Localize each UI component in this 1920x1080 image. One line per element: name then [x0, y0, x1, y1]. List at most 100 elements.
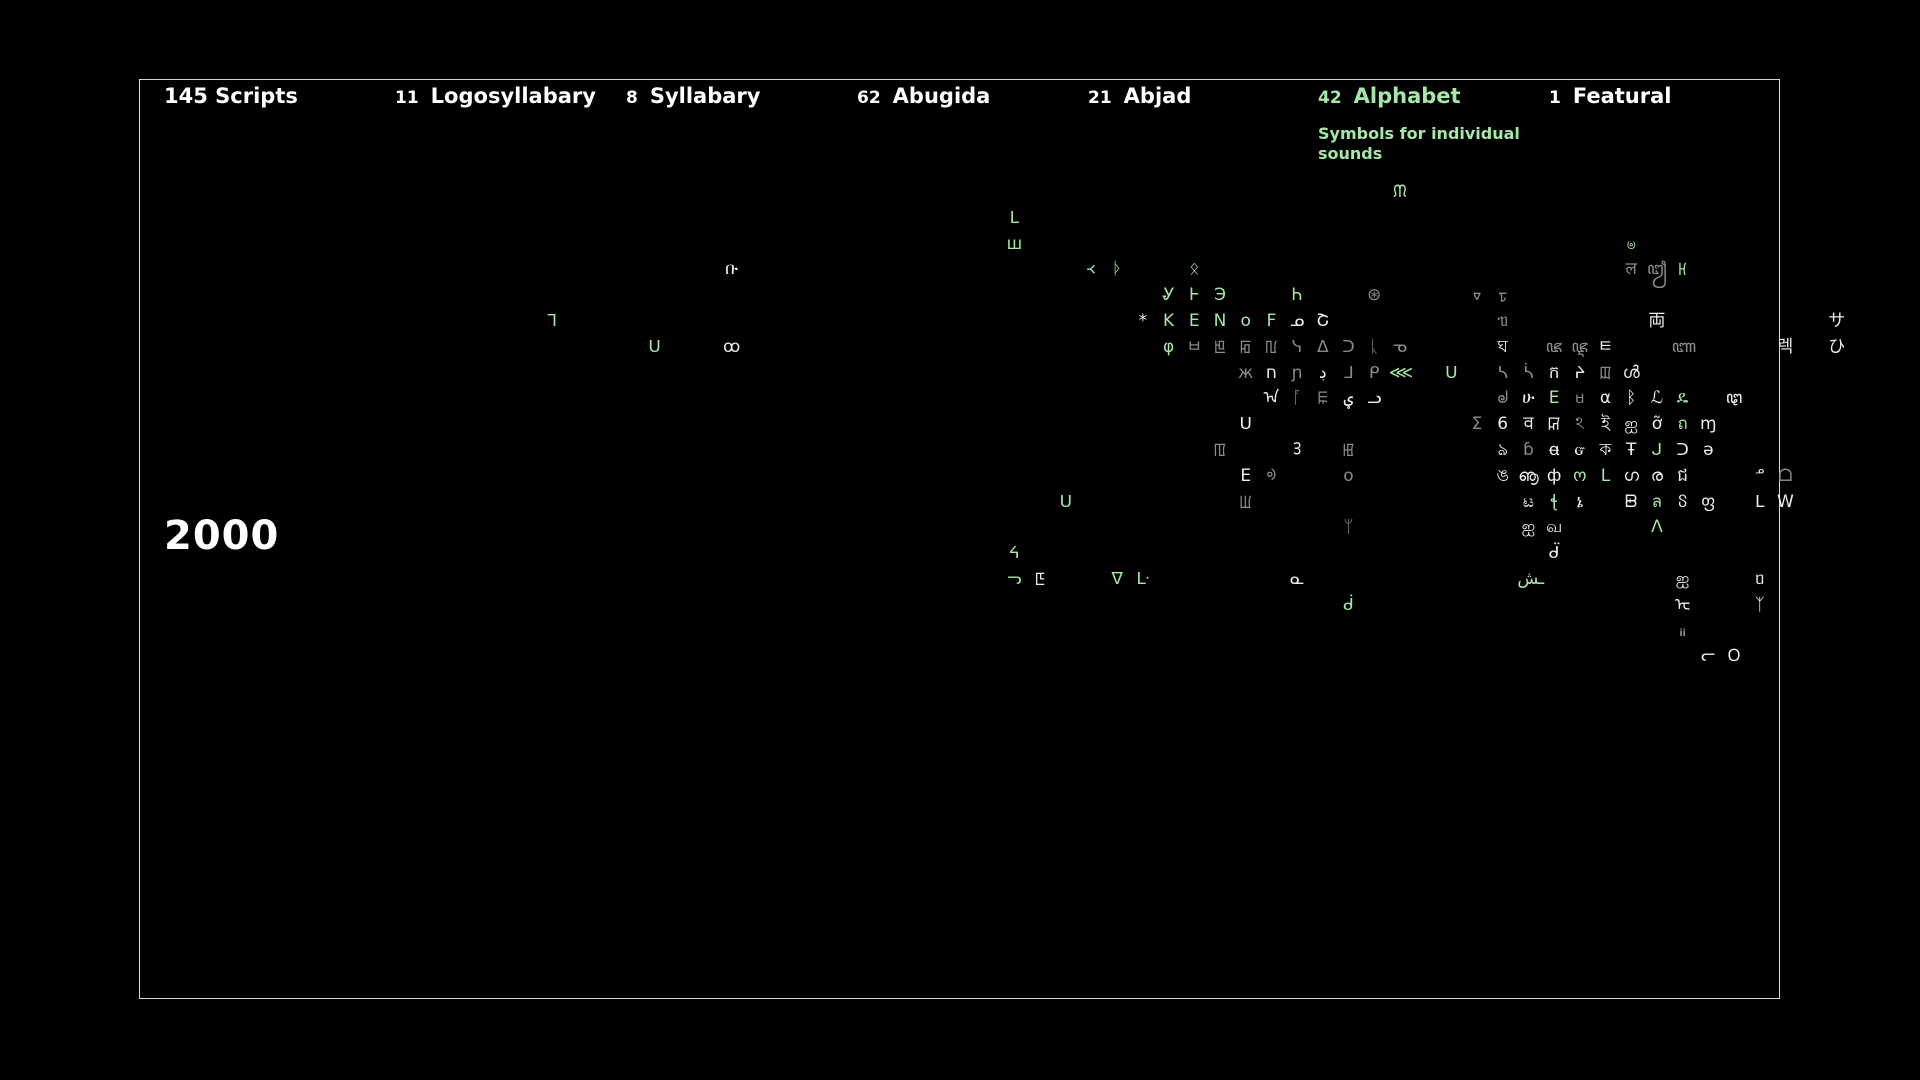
category-alphabet[interactable]: 42 Alphabet [1318, 84, 1461, 108]
script-glyph[interactable]: ক [1595, 440, 1617, 460]
script-glyph[interactable]: ɓ [1517, 440, 1539, 460]
script-glyph[interactable]: ถ [1672, 414, 1694, 434]
script-glyph[interactable]: ᐃ [1312, 337, 1334, 357]
script-glyph[interactable]: ㅌ [1595, 337, 1617, 357]
script-glyph[interactable]: வ [1543, 517, 1565, 537]
script-glyph[interactable]: Ŧ [1620, 440, 1642, 460]
script-glyph[interactable]: F [1260, 311, 1282, 331]
script-glyph[interactable]: Ꮒ [1286, 285, 1308, 305]
script-glyph[interactable]: ꬰ [1543, 440, 1565, 460]
script-glyph[interactable]: ल [1620, 259, 1642, 279]
script-glyph[interactable]: Λ [1646, 517, 1668, 537]
script-glyph[interactable]: ꦚ [1672, 337, 1696, 357]
script-glyph[interactable]: ᥓ [1492, 311, 1514, 331]
script-glyph[interactable]: Շ [1312, 311, 1334, 331]
script-glyph[interactable]: ꡉ [1595, 363, 1617, 383]
script-glyph[interactable]: ᠠ [1260, 388, 1282, 408]
script-glyph[interactable]: ᒧ [1338, 363, 1360, 383]
script-glyph[interactable]: ሁ [1517, 388, 1539, 408]
script-glyph[interactable]: ᛉ [1749, 595, 1771, 615]
script-glyph[interactable]: ᓭ [1286, 337, 1308, 357]
script-glyph[interactable]: ই [1595, 414, 1617, 434]
script-glyph[interactable]: ᛘ [1338, 517, 1360, 537]
script-glyph[interactable]: E [1183, 311, 1205, 331]
script-glyph[interactable]: Э [1209, 285, 1231, 305]
script-glyph[interactable]: ᓇ [1286, 569, 1308, 589]
script-glyph[interactable]: ㅂ [1183, 337, 1205, 357]
category-logosyllabary[interactable]: 11 Logosyllabary [395, 84, 596, 108]
script-glyph[interactable]: ᚦ [1106, 259, 1128, 279]
script-glyph[interactable]: * [1132, 311, 1154, 331]
script-glyph[interactable]: ᓗ [1363, 388, 1385, 408]
script-glyph[interactable]: ᏻ [1569, 440, 1591, 460]
script-glyph[interactable]: ជ [1672, 466, 1694, 486]
script-glyph[interactable]: ᥝ [1749, 569, 1771, 589]
script-glyph[interactable]: 両 [1646, 311, 1668, 331]
script-glyph[interactable]: ᡄ [1672, 595, 1694, 615]
script-glyph[interactable]: ꡄ [1209, 440, 1231, 460]
script-glyph[interactable]: ؠ [1338, 388, 1360, 408]
script-glyph[interactable]: ꡇ [1029, 569, 1051, 589]
script-glyph[interactable]: ᗸ [1620, 492, 1642, 512]
script-glyph[interactable]: ə [1697, 440, 1719, 460]
script-glyph[interactable]: ᒷ [1132, 569, 1154, 589]
script-glyph[interactable]: ꦗ [1543, 337, 1565, 357]
script-glyph[interactable]: ფ [1697, 492, 1719, 512]
script-glyph[interactable]: ஐ [1517, 517, 1539, 537]
script-glyph[interactable]: ⊛ [1363, 285, 1385, 305]
script-glyph[interactable]: ꡒ [1543, 414, 1565, 434]
category-featural[interactable]: 1 Featural [1549, 84, 1671, 108]
category-syllabary[interactable]: 8 Syllabary [626, 84, 760, 108]
script-glyph[interactable]: ᓵ [1517, 363, 1539, 383]
script-glyph[interactable]: ᒣ [541, 311, 563, 331]
script-glyph[interactable]: ഗ [1620, 466, 1642, 486]
script-glyph[interactable]: E [1543, 388, 1565, 408]
script-glyph[interactable]: o [1235, 311, 1257, 331]
script-glyph[interactable]: ж [1235, 363, 1257, 383]
script-glyph[interactable]: ひ [1826, 337, 1848, 357]
script-glyph[interactable]: ᖙ [1492, 388, 1514, 408]
script-glyph[interactable]: ᙏ [1389, 182, 1411, 202]
script-glyph[interactable]: ꡂ [1235, 337, 1257, 357]
script-glyph[interactable]: ᑌ [1055, 492, 1077, 512]
script-glyph[interactable]: ო [1569, 466, 1591, 486]
script-glyph[interactable]: ᢃ [1286, 440, 1308, 460]
script-glyph[interactable]: ၑ [1620, 234, 1642, 254]
script-glyph[interactable]: ꦙ [1646, 259, 1668, 279]
script-glyph[interactable]: ᗝ [1774, 466, 1796, 486]
script-glyph[interactable]: N [1209, 311, 1231, 331]
script-glyph[interactable]: ᚪ [1286, 388, 1308, 408]
script-glyph[interactable]: ᑭ [1363, 363, 1385, 383]
script-glyph[interactable]: ꡃ [1260, 337, 1282, 357]
script-glyph[interactable]: ꦘ [1569, 337, 1591, 357]
script-glyph[interactable]: ᢀ [1260, 466, 1282, 486]
script-glyph[interactable]: ᓴ [1492, 363, 1514, 383]
script-glyph[interactable]: E [1235, 466, 1257, 486]
script-glyph[interactable]: ൾ [1620, 363, 1642, 383]
script-glyph[interactable]: ᔦ [1003, 543, 1025, 563]
script-glyph[interactable]: W [1774, 492, 1796, 512]
script-glyph[interactable]: ꡀ [1312, 388, 1334, 408]
script-glyph[interactable]: Ꮀ [1183, 285, 1205, 305]
script-glyph[interactable]: Σ [1466, 414, 1488, 434]
script-glyph[interactable]: ঽ [1569, 414, 1591, 434]
script-glyph[interactable]: ỡ [1646, 414, 1668, 434]
script-glyph[interactable]: ᓄ [1286, 311, 1308, 331]
script-glyph[interactable]: ꡁ [1209, 337, 1231, 357]
script-glyph[interactable]: ڊ [1312, 363, 1334, 383]
script-glyph[interactable]: ᓀ [1389, 337, 1411, 357]
script-glyph[interactable]: ក [1543, 363, 1565, 383]
script-glyph[interactable]: ᓕ [1697, 646, 1719, 666]
script-glyph[interactable]: φ [1158, 337, 1180, 357]
script-glyph[interactable]: ᱛ [1723, 646, 1745, 666]
script-glyph[interactable]: ஐ [1620, 414, 1642, 434]
script-glyph[interactable]: ⋘ [1389, 363, 1413, 383]
script-glyph[interactable]: ঌ [1492, 440, 1514, 460]
script-glyph[interactable]: 렉 [1774, 337, 1796, 357]
script-glyph[interactable]: ᒪ [1749, 492, 1771, 512]
script-glyph[interactable]: L [1595, 466, 1617, 486]
script-glyph[interactable]: ꡆ [1235, 492, 1257, 512]
script-glyph[interactable]: ꝏ [721, 337, 743, 357]
script-glyph[interactable]: ᚳ [1363, 337, 1385, 357]
script-glyph[interactable]: ঙ [1492, 466, 1514, 486]
